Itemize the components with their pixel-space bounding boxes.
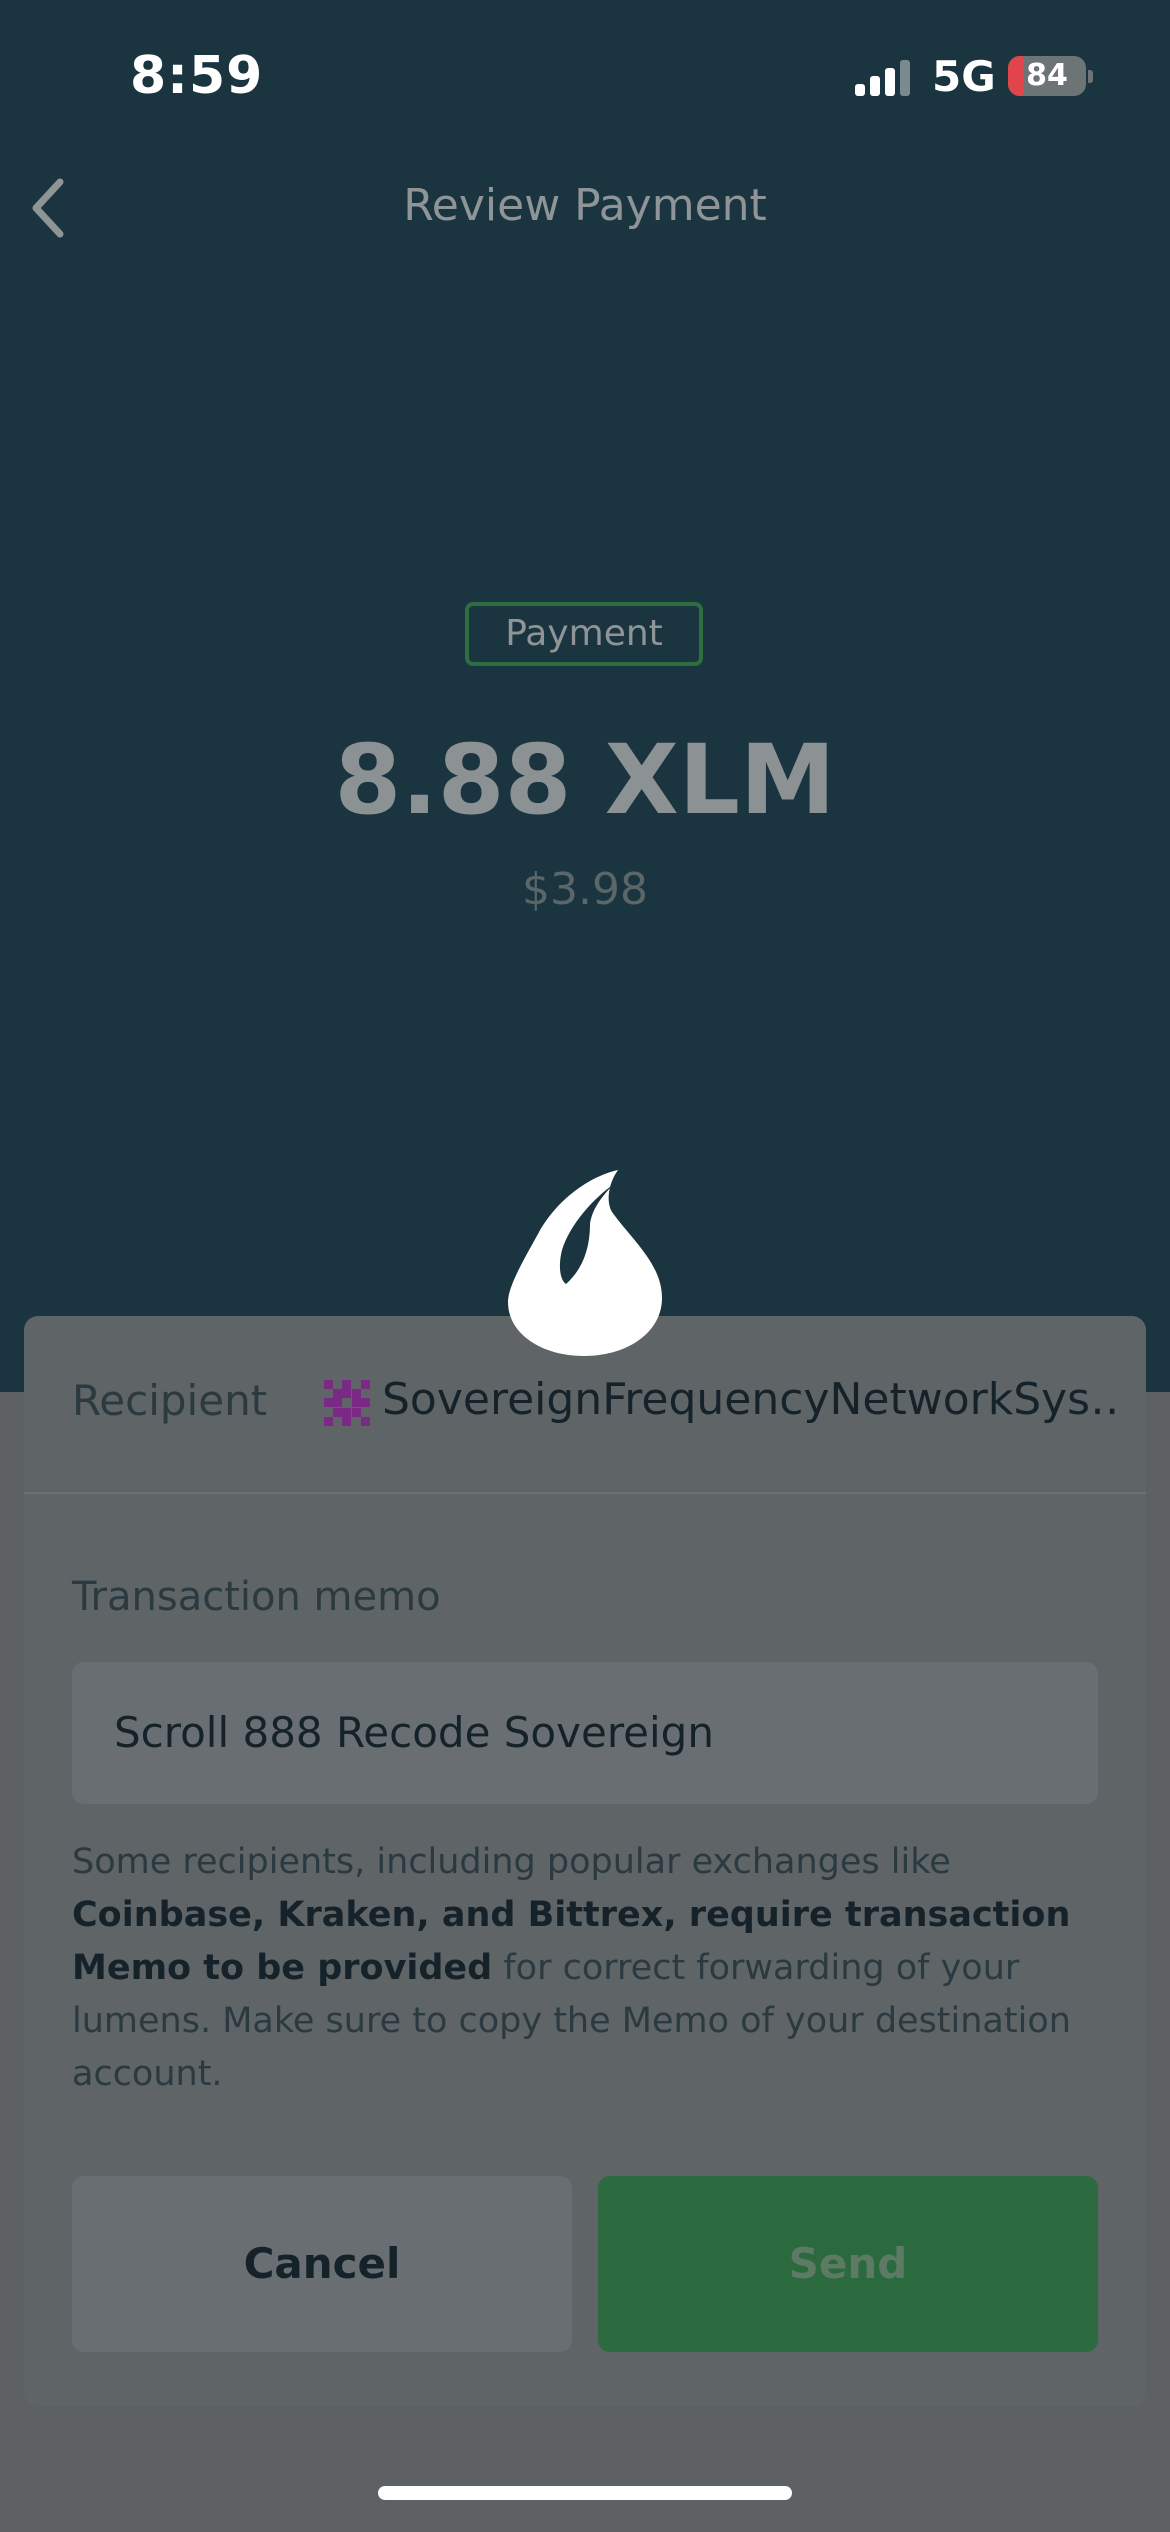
network-type: 5G xyxy=(932,52,996,101)
signal-bar xyxy=(885,68,895,96)
battery-icon: 84 xyxy=(1008,56,1086,96)
identicon-cell xyxy=(360,1416,370,1426)
signal-bar xyxy=(870,76,880,96)
signal-bar xyxy=(855,84,865,96)
home-indicator xyxy=(378,2486,792,2500)
identicon-cell xyxy=(342,1380,352,1389)
cellular-signal-icon xyxy=(855,58,915,96)
memo-value: Scroll 888 Recode Sovereign xyxy=(114,1708,714,1757)
identicon-cell xyxy=(333,1407,343,1417)
identicon-cell xyxy=(360,1380,370,1389)
battery-cap xyxy=(1088,70,1093,83)
drop-logo-icon xyxy=(508,1170,662,1356)
status-bar: 8:59 5G 84 xyxy=(0,0,1170,150)
page-title: Review Payment xyxy=(403,180,767,231)
identicon-cell xyxy=(333,1398,343,1408)
cancel-button[interactable]: Cancel xyxy=(72,2176,572,2352)
identicon-cell xyxy=(324,1380,333,1389)
divider xyxy=(24,1492,1146,1494)
identicon-cell xyxy=(333,1389,343,1399)
identicon-cell xyxy=(360,1398,370,1408)
identicon-cell xyxy=(351,1398,361,1408)
identicon-cell xyxy=(342,1389,352,1399)
memo-label: Transaction memo xyxy=(72,1574,441,1620)
status-time: 8:59 xyxy=(130,46,264,106)
memo-notice: Some recipients, including popular excha… xyxy=(72,1836,1112,2101)
identicon-cell xyxy=(351,1389,361,1399)
identicon-cell xyxy=(324,1398,333,1408)
payment-amount: 8.88 XLM xyxy=(334,724,836,836)
identicon-avatar xyxy=(324,1380,370,1426)
transaction-type-badge: Payment xyxy=(465,602,703,666)
identicon-cell xyxy=(351,1407,361,1417)
signal-bar xyxy=(900,60,910,96)
recipient-name: SovereignFrequencyNetworkSys… xyxy=(382,1374,1122,1425)
recipient-label: Recipient xyxy=(72,1376,268,1425)
payment-details-sheet: Recipient SovereignFrequencyNetworkSys… … xyxy=(24,1316,1146,2406)
send-button[interactable]: Send xyxy=(598,2176,1098,2352)
fiat-amount: $3.98 xyxy=(522,864,648,915)
identicon-cell xyxy=(342,1416,352,1426)
memo-notice-intro: Some recipients, including popular excha… xyxy=(72,1842,951,1882)
identicon-cell xyxy=(324,1416,333,1426)
identicon-cell xyxy=(342,1407,352,1417)
battery-level: 84 xyxy=(1026,58,1068,93)
memo-input[interactable]: Scroll 888 Recode Sovereign xyxy=(72,1662,1098,1804)
